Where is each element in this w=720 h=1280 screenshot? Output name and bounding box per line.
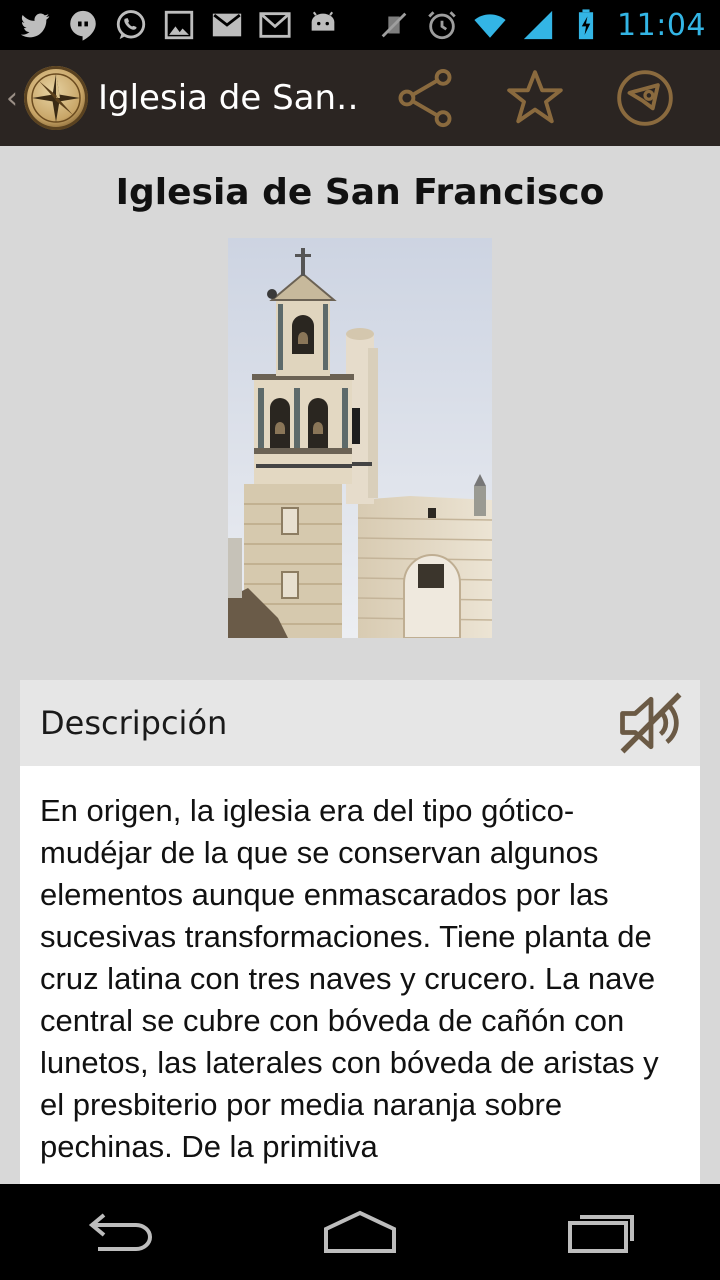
description-label: Descripción	[40, 704, 228, 742]
description-text: En origen, la iglesia era del tipo gótic…	[40, 793, 659, 1164]
gmail-icon	[210, 8, 244, 42]
up-navigation-icon[interactable]: ‹	[6, 81, 22, 116]
home-icon	[324, 1210, 396, 1253]
church-photo[interactable]	[228, 238, 492, 638]
action-bar-title: Iglesia de San…	[98, 78, 358, 118]
share-button[interactable]	[370, 50, 480, 146]
status-time: 11:04	[617, 7, 706, 43]
description-header: Descripción	[20, 680, 700, 766]
status-bar: 11:04	[0, 0, 720, 50]
hangouts-icon	[66, 8, 100, 42]
android-icon	[306, 8, 340, 42]
signal-icon	[521, 8, 555, 42]
share-icon	[398, 68, 452, 128]
wifi-icon	[473, 8, 507, 42]
back-button[interactable]	[60, 1184, 180, 1280]
action-bar: ‹ Iglesia de San…	[0, 50, 720, 146]
recent-apps-icon	[568, 1215, 634, 1253]
back-icon	[88, 1213, 152, 1251]
place-title: Iglesia de San Francisco	[115, 172, 605, 213]
battery-charging-icon	[569, 8, 603, 42]
alarm-icon	[425, 8, 459, 42]
map-button[interactable]	[590, 50, 700, 146]
speaker-muted-icon	[620, 692, 682, 754]
map-marker-icon	[617, 70, 673, 126]
home-button[interactable]	[300, 1184, 420, 1280]
whatsapp-icon	[114, 8, 148, 42]
recent-apps-button[interactable]	[540, 1184, 660, 1280]
email-icon	[258, 8, 292, 42]
description-card: Descripción En origen, la iglesia era de…	[20, 680, 700, 1184]
gallery-icon	[162, 8, 196, 42]
star-icon	[507, 70, 563, 124]
audio-toggle-button[interactable]	[610, 682, 692, 764]
navigation-bar	[0, 1184, 720, 1280]
mute-vibrate-icon	[377, 8, 411, 42]
twitter-icon	[18, 8, 52, 42]
content-scroll[interactable]: Iglesia de San Francisco Descripción En …	[0, 146, 720, 1184]
compass-logo-icon[interactable]	[24, 66, 88, 130]
favorite-button[interactable]	[480, 50, 590, 146]
